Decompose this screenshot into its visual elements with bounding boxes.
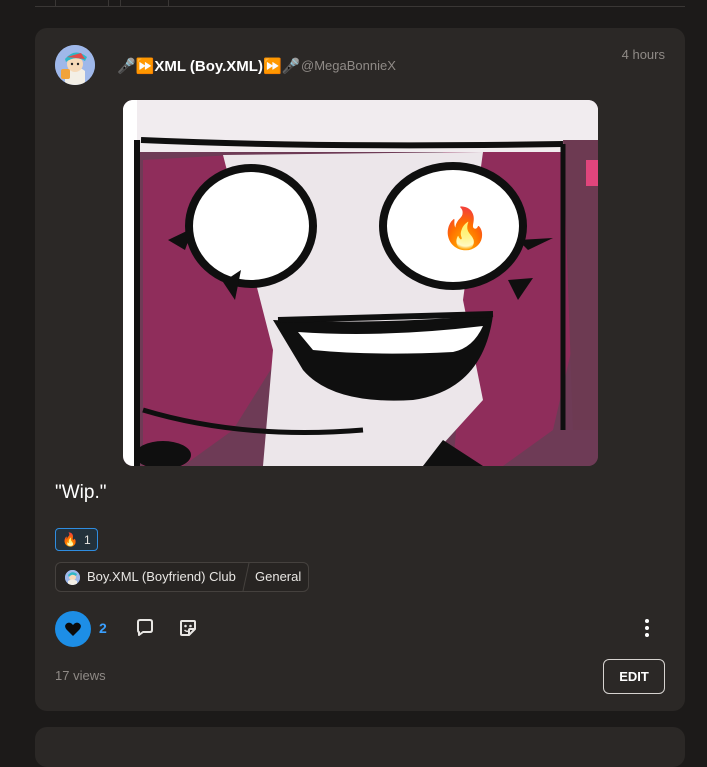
post-image[interactable]: 🔥: [123, 100, 598, 466]
like-count[interactable]: 2: [99, 620, 107, 636]
view-count: 17 views: [55, 668, 106, 683]
community-avatar: [65, 570, 80, 585]
post-caption: "Wip.": [55, 482, 107, 503]
post-timestamp: 4 hours: [621, 47, 665, 62]
community-category: General: [255, 569, 302, 584]
edit-button[interactable]: EDIT: [603, 659, 665, 694]
author-name[interactable]: 🎤⏩XML (Boy.XML)⏩🎤: [117, 57, 300, 75]
tab-divider: [168, 0, 169, 7]
tab-divider: [120, 0, 121, 7]
heart-icon: [65, 622, 81, 636]
more-options-button[interactable]: [635, 616, 659, 640]
comment-icon: [137, 619, 153, 636]
sticker-button[interactable]: [176, 616, 200, 640]
top-tab-strip: [0, 0, 707, 8]
fire-emoji-overlay: 🔥: [440, 205, 490, 252]
sticker-icon: [180, 620, 196, 636]
reaction-emoji: 🔥: [62, 532, 79, 547]
community-separator: [242, 563, 250, 591]
comment-button[interactable]: [133, 616, 157, 640]
tab-divider: [108, 0, 109, 7]
community-name: Boy.XML (Boyfriend) Club: [87, 569, 236, 584]
community-tag[interactable]: Boy.XML (Boyfriend) Club General: [55, 562, 309, 592]
tab-strip-divider: [35, 6, 685, 7]
reaction-count: 1: [84, 533, 91, 547]
author-avatar[interactable]: [55, 45, 95, 85]
reaction-chip[interactable]: 🔥 1: [55, 528, 98, 551]
tab-divider: [55, 0, 56, 7]
more-vertical-icon: [645, 619, 649, 637]
author-handle[interactable]: @MegaBonnieX: [301, 58, 396, 73]
post-card: 🎤⏩XML (Boy.XML)⏩🎤 @MegaBonnieX 4 hours 🔥…: [35, 28, 685, 711]
like-button[interactable]: [55, 611, 91, 647]
next-post-card: [35, 727, 685, 767]
